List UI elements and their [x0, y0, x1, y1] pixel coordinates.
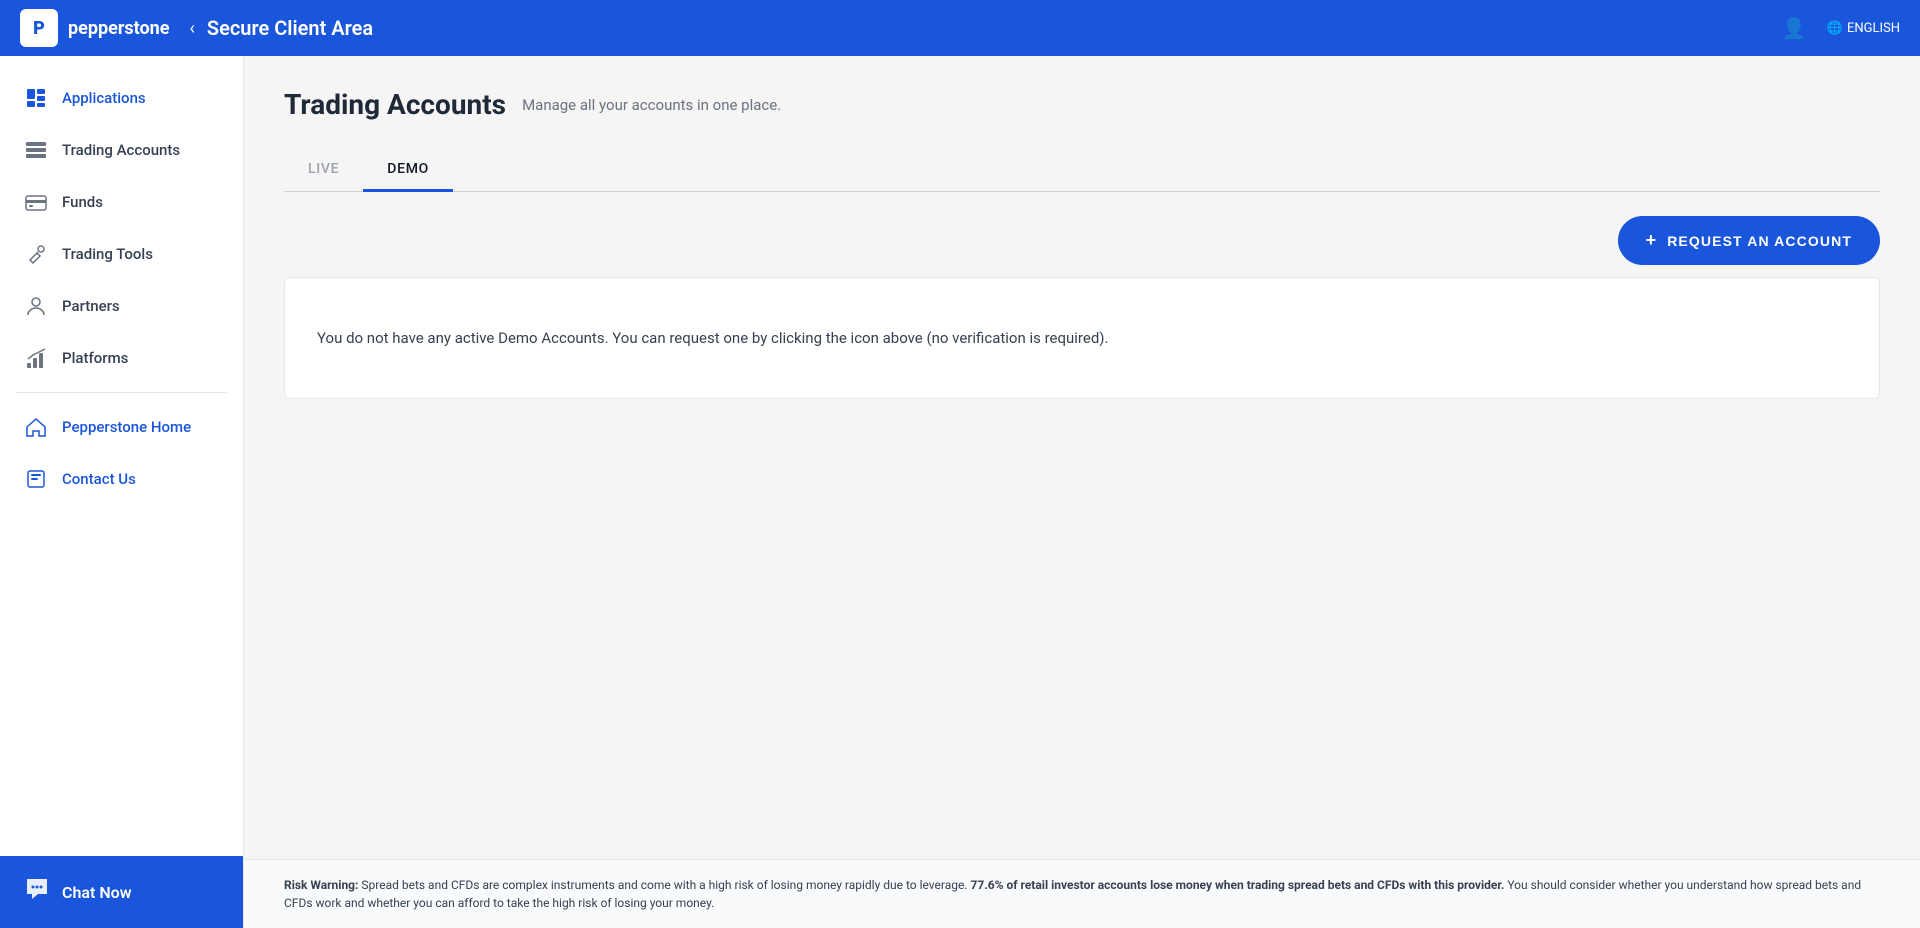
sidebar-item-applications[interactable]: Applications — [0, 72, 243, 124]
sidebar-divider — [16, 392, 227, 393]
sidebar-nav: Applications Trading Accounts — [0, 56, 243, 856]
sidebar-item-label: Partners — [62, 297, 120, 315]
request-account-button[interactable]: + REQUEST AN ACCOUNT — [1618, 216, 1880, 265]
risk-warning-highlight: 77.6% of retail investor accounts lose m… — [971, 878, 1505, 892]
sidebar-item-label: Contact Us — [62, 470, 136, 488]
empty-state-card: You do not have any active Demo Accounts… — [284, 277, 1880, 399]
sidebar-item-funds[interactable]: Funds — [0, 176, 243, 228]
main-content: Trading Accounts Manage all your account… — [244, 56, 1920, 928]
tabs: LIVE DEMO — [284, 149, 1880, 192]
tab-live[interactable]: LIVE — [284, 149, 363, 192]
sidebar-item-label: Platforms — [62, 349, 128, 367]
sidebar-item-trading-tools[interactable]: Trading Tools — [0, 228, 243, 280]
globe-icon: 🌐 — [1827, 21, 1843, 36]
trading-accounts-icon — [24, 138, 48, 162]
header-right: 👤 🌐 ENGLISH — [1782, 16, 1900, 40]
request-btn-row: + REQUEST AN ACCOUNT — [284, 216, 1880, 265]
main-layout: Applications Trading Accounts — [0, 56, 1920, 928]
chat-now-label: Chat Now — [62, 883, 132, 902]
empty-message: You do not have any active Demo Accounts… — [317, 326, 1847, 350]
language-selector[interactable]: 🌐 ENGLISH — [1827, 21, 1900, 36]
content-inner: Trading Accounts Manage all your account… — [244, 56, 1920, 859]
tab-demo[interactable]: DEMO — [363, 149, 453, 192]
partners-icon — [24, 294, 48, 318]
page-header: Trading Accounts Manage all your account… — [284, 88, 1880, 121]
logo-icon: P — [20, 9, 58, 47]
logo[interactable]: P pepperstone — [20, 9, 169, 47]
chat-icon — [24, 876, 50, 908]
language-label: ENGLISH — [1847, 21, 1900, 36]
sidebar-item-label: Trading Accounts — [62, 141, 180, 159]
platforms-icon — [24, 346, 48, 370]
sidebar-item-label: Trading Tools — [62, 245, 153, 263]
sidebar-item-contact-us[interactable]: Contact Us — [0, 453, 243, 505]
page-subtitle: Manage all your accounts in one place. — [522, 96, 781, 114]
trading-tools-icon — [24, 242, 48, 266]
plus-icon: + — [1646, 230, 1658, 251]
logo-name: pepperstone — [68, 18, 169, 39]
sidebar-item-label: Applications — [62, 89, 146, 107]
funds-icon — [24, 190, 48, 214]
sidebar-item-label: Pepperstone Home — [62, 418, 191, 436]
risk-warning: Risk Warning: Spread bets and CFDs are c… — [244, 859, 1920, 928]
page-title: Trading Accounts — [284, 88, 506, 121]
back-button[interactable]: ‹ — [189, 18, 194, 39]
top-header: P pepperstone ‹ Secure Client Area 👤 🌐 E… — [0, 0, 1920, 56]
home-icon — [24, 415, 48, 439]
sidebar-item-pepperstone-home[interactable]: Pepperstone Home — [0, 401, 243, 453]
sidebar-item-label: Funds — [62, 193, 103, 211]
risk-warning-prefix: Risk Warning: — [284, 878, 358, 892]
contact-icon — [24, 467, 48, 491]
applications-icon — [24, 86, 48, 110]
chat-now-button[interactable]: Chat Now — [0, 856, 243, 928]
sidebar-item-trading-accounts[interactable]: Trading Accounts — [0, 124, 243, 176]
request-btn-label: REQUEST AN ACCOUNT — [1667, 233, 1852, 249]
header-title: Secure Client Area — [207, 16, 373, 40]
risk-warning-text: Spread bets and CFDs are complex instrum… — [361, 878, 970, 892]
sidebar: Applications Trading Accounts — [0, 56, 244, 928]
sidebar-item-platforms[interactable]: Platforms — [0, 332, 243, 384]
user-icon[interactable]: 👤 — [1782, 16, 1807, 40]
sidebar-item-partners[interactable]: Partners — [0, 280, 243, 332]
